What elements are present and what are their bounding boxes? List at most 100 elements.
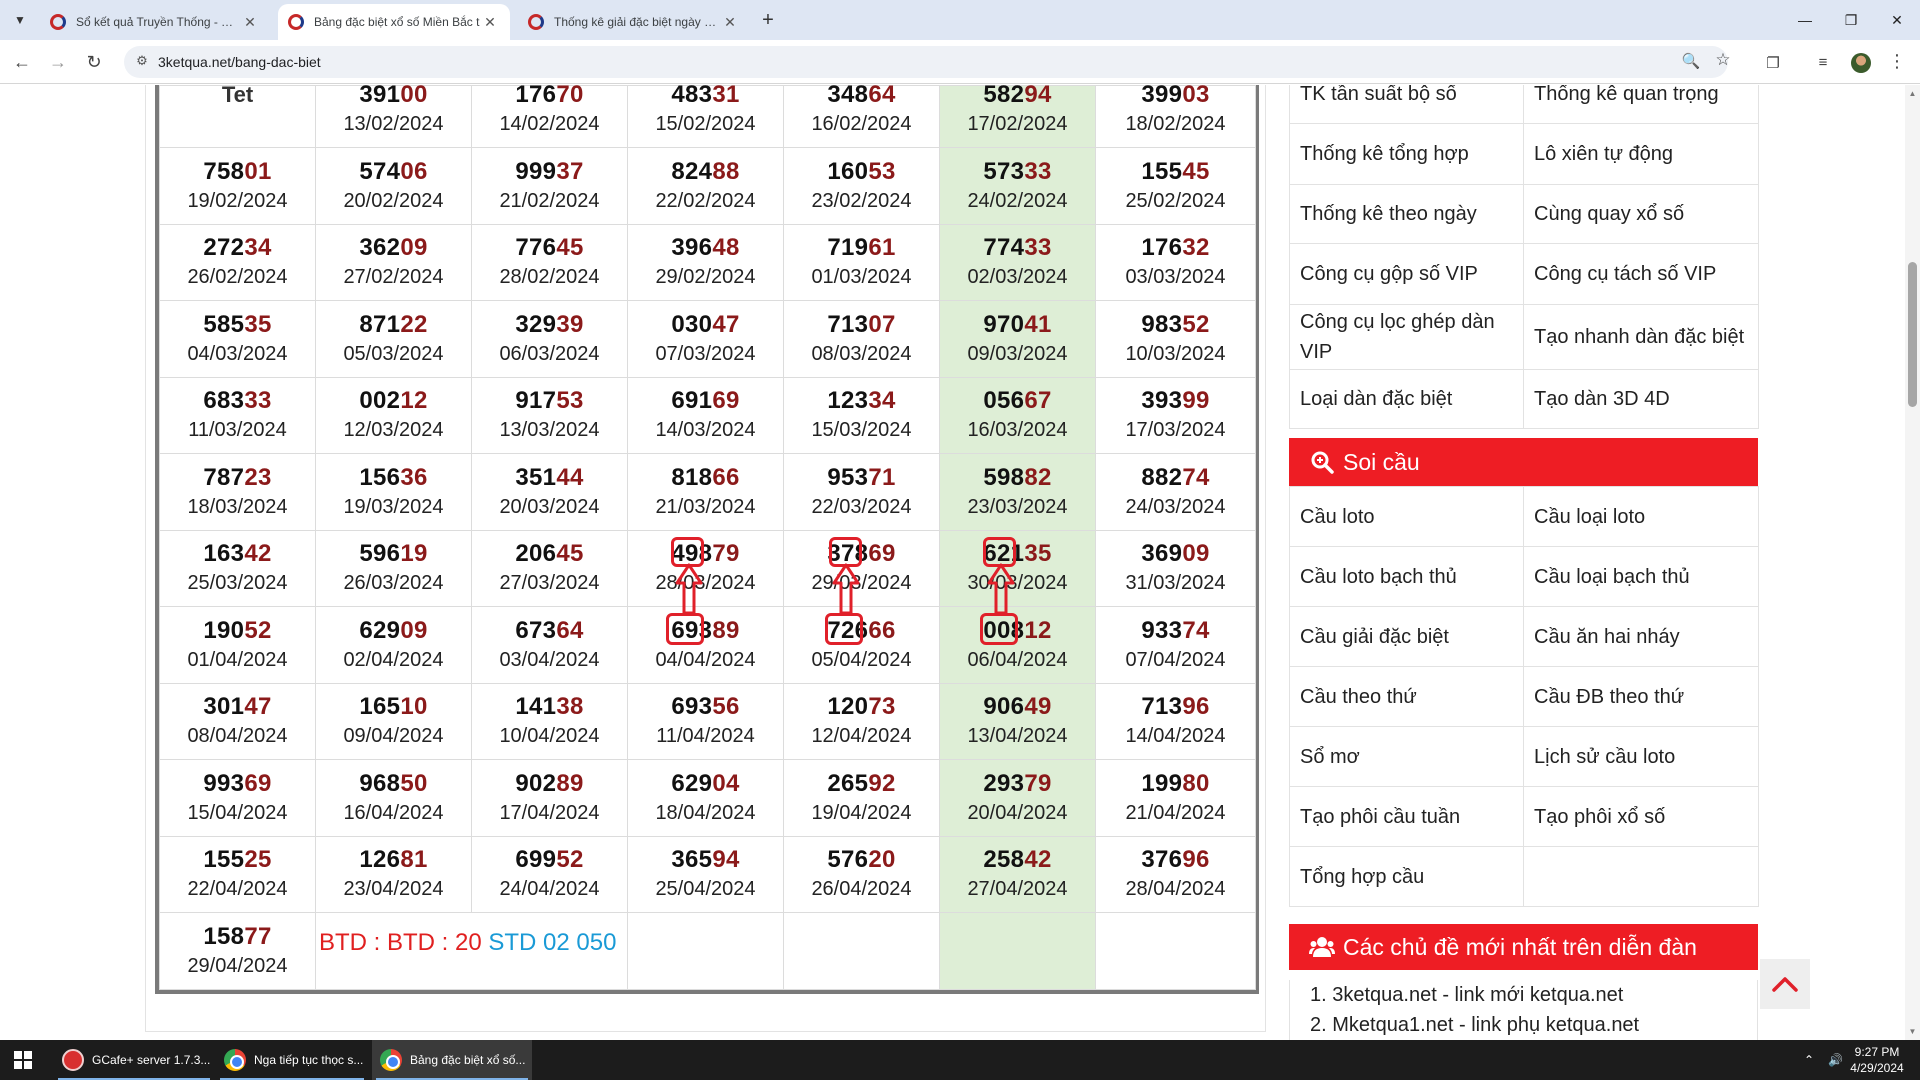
- sidebar-link[interactable]: Tạo nhanh dàn đặc biệt: [1523, 304, 1759, 370]
- close-icon[interactable]: ✕: [240, 14, 260, 31]
- sidebar-link[interactable]: Tổng hợp cầu: [1289, 846, 1524, 907]
- back-to-top-button[interactable]: [1760, 959, 1810, 1009]
- draw-date: 09/03/2024: [967, 342, 1068, 365]
- taskbar-clock[interactable]: 9:27 PM 4/29/2024: [1842, 1044, 1912, 1076]
- prize-number: 75801: [160, 157, 315, 187]
- forward-icon[interactable]: →: [44, 50, 72, 74]
- sidebar-link[interactable]: Thống kê quan trọng: [1523, 85, 1759, 124]
- prize-tail-digits: 52: [1182, 310, 1210, 338]
- prize-head-digits: 629: [671, 769, 713, 797]
- prize-head-digits: 758: [203, 157, 245, 185]
- result-cell: 96850 16/04/2024: [315, 759, 472, 837]
- prize-head-digits: 933: [1141, 616, 1183, 644]
- sidebar-link[interactable]: Cầu giải đặc biệt: [1289, 606, 1524, 667]
- sidebar-link[interactable]: TK tần suất bộ số: [1289, 85, 1524, 124]
- zoom-icon[interactable]: 🔍: [1680, 52, 1702, 72]
- sidebar-link[interactable]: Công cụ lọc ghép dàn VIP: [1289, 304, 1524, 370]
- prize-head-digits: 871: [359, 310, 401, 338]
- sidebar-link[interactable]: Công cụ gộp số VIP: [1289, 243, 1524, 305]
- prize-head-digits: 329: [515, 310, 557, 338]
- prize-head-digits: 272: [203, 234, 245, 262]
- sidebar-link[interactable]: Cầu loto bạch thủ: [1289, 546, 1524, 607]
- site-info-icon[interactable]: ⚙: [132, 53, 152, 71]
- arrow-up-icon: [987, 563, 1015, 615]
- forum-link[interactable]: Mketqua1.net - link phụ ketqua.net: [1332, 1014, 1639, 1036]
- tab-search-icon[interactable]: ▼: [8, 8, 32, 32]
- profile-icon[interactable]: [1851, 53, 1871, 73]
- sidebar-link[interactable]: Cầu loto: [1289, 486, 1524, 547]
- forum-item[interactable]: 2. Mketqua1.net - link phụ ketqua.net: [1310, 1010, 1757, 1040]
- scroll-up-icon[interactable]: ▲: [1908, 89, 1917, 98]
- tab-bang-dac-biet[interactable]: Bảng đặc biệt xổ số Miền Bắc t ✕: [278, 4, 510, 40]
- restore-icon[interactable]: ❐: [1828, 0, 1874, 40]
- prize-head-digits: 348: [827, 85, 869, 108]
- close-icon[interactable]: ✕: [480, 14, 500, 31]
- taskbar-item-chrome-1[interactable]: Nga tiếp tục thọc s...: [216, 1040, 368, 1080]
- prize-tail-digits: 50: [400, 769, 428, 797]
- extensions-icon[interactable]: ❐: [1762, 54, 1784, 74]
- prize-number: 32939: [472, 310, 627, 340]
- sidebar-link[interactable]: Tạo phôi cầu tuần: [1289, 786, 1524, 847]
- sidebar-link[interactable]: Công cụ tách số VIP: [1523, 243, 1759, 305]
- sidebar-link[interactable]: Cầu loại bạch thủ: [1523, 546, 1759, 607]
- sidebar-link[interactable]: Cầu ăn hai nháy: [1523, 606, 1759, 667]
- result-cell: 14138 10/04/2024: [471, 682, 628, 760]
- prize-head-digits: 123: [827, 387, 869, 415]
- prize-number: 77433: [940, 233, 1095, 263]
- close-icon[interactable]: ✕: [720, 14, 740, 31]
- back-icon[interactable]: ←: [8, 50, 36, 74]
- tray-chevron-icon[interactable]: ⌃: [1804, 1040, 1814, 1080]
- table-row: 19052 01/04/2024 62909 02/04/2024 67364 03/04…: [159, 606, 1256, 684]
- taskbar-label: Bảng đặc biệt xổ số...: [410, 1053, 526, 1067]
- result-cell: 69169 14/03/2024: [627, 376, 784, 454]
- result-cell: 36209 27/02/2024: [315, 223, 472, 301]
- result-cell: 39399 17/03/2024: [1095, 376, 1256, 454]
- tab-truyen-thong[interactable]: Sổ kết quả Truyền Thống - Tổng ✕: [40, 4, 270, 40]
- sidebar-link[interactable]: Loại dàn đặc biệt: [1289, 369, 1524, 429]
- draw-date: 03/03/2024: [1125, 266, 1226, 289]
- new-tab-icon[interactable]: +: [756, 8, 780, 32]
- forum-item[interactable]: 1. 3ketqua.net - link mới ketqua.net: [1310, 980, 1757, 1010]
- vertical-scrollbar[interactable]: ▲ ▼: [1905, 85, 1920, 1040]
- table-row: 16342 25/03/2024 59619 26/03/2024 20645 27/03…: [159, 529, 1256, 607]
- result-cell: 36594 25/04/2024: [627, 835, 784, 913]
- sidebar-link[interactable]: Cầu theo thứ: [1289, 666, 1524, 727]
- prize-tail-digits: 70: [556, 85, 584, 108]
- menu-icon[interactable]: ⋮: [1886, 51, 1908, 71]
- prize-head-digits: 713: [827, 310, 869, 338]
- result-cell: 77645 28/02/2024: [471, 223, 628, 301]
- prize-number: 00212: [316, 386, 471, 416]
- close-window-icon[interactable]: ✕: [1874, 0, 1920, 40]
- volume-icon[interactable]: 🔊: [1828, 1040, 1843, 1080]
- sidebar-link[interactable]: Thống kê theo ngày: [1289, 184, 1524, 244]
- scroll-down-icon[interactable]: ▼: [1908, 1027, 1917, 1036]
- sidebar-link[interactable]: Cùng quay xổ số: [1523, 184, 1759, 244]
- prize-head-digits: 265: [827, 769, 869, 797]
- forum-link[interactable]: 3ketqua.net - link mới ketqua.net: [1332, 984, 1623, 1006]
- sidebar-link[interactable]: Lịch sử cầu loto: [1523, 726, 1759, 787]
- tab-thong-ke[interactable]: Thống kê giải đặc biệt ngày hôm ✕: [518, 4, 750, 40]
- result-cell: 03047 07/03/2024: [627, 300, 784, 378]
- star-icon[interactable]: ☆: [1712, 50, 1734, 70]
- sidebar-link[interactable]: Thống kê tổng hợp: [1289, 123, 1524, 185]
- prize-tail-digits: 22: [400, 310, 428, 338]
- url-text[interactable]: 3ketqua.net/bang-dac-biet: [158, 54, 321, 70]
- table-row: Tet 39100 13/02/2024 17670 14/02/2024 48331 15…: [159, 85, 1256, 148]
- taskbar-item-chrome-2[interactable]: Bảng đặc biệt xổ số...: [372, 1040, 532, 1080]
- prize-head-digits: 206: [515, 540, 557, 568]
- sidebar-link[interactable]: Tạo dàn 3D 4D: [1523, 369, 1759, 429]
- sidebar-link[interactable]: Lô xiên tự động: [1523, 123, 1759, 185]
- windows-start-icon[interactable]: [0, 1040, 46, 1080]
- prize-tail-digits: 88: [712, 157, 740, 185]
- sidebar-link[interactable]: Cầu ĐB theo thứ: [1523, 666, 1759, 727]
- media-icon[interactable]: ≡: [1812, 54, 1834, 74]
- sidebar-link[interactable]: Sổ mơ: [1289, 726, 1524, 787]
- sidebar-link[interactable]: Tạo phôi xổ số: [1523, 786, 1759, 847]
- address-bar[interactable]: ⚙ 3ketqua.net/bang-dac-biet 🔍 ☆: [124, 46, 1731, 78]
- reload-icon[interactable]: ↻: [80, 50, 108, 74]
- taskbar-item-gcafe[interactable]: GCafe+ server 1.7.3...: [54, 1040, 214, 1080]
- minimize-icon[interactable]: —: [1782, 0, 1828, 40]
- prize-tail-digits: 53: [868, 157, 896, 185]
- scrollbar-thumb[interactable]: [1908, 262, 1917, 407]
- sidebar-link[interactable]: Cầu loại loto: [1523, 486, 1759, 547]
